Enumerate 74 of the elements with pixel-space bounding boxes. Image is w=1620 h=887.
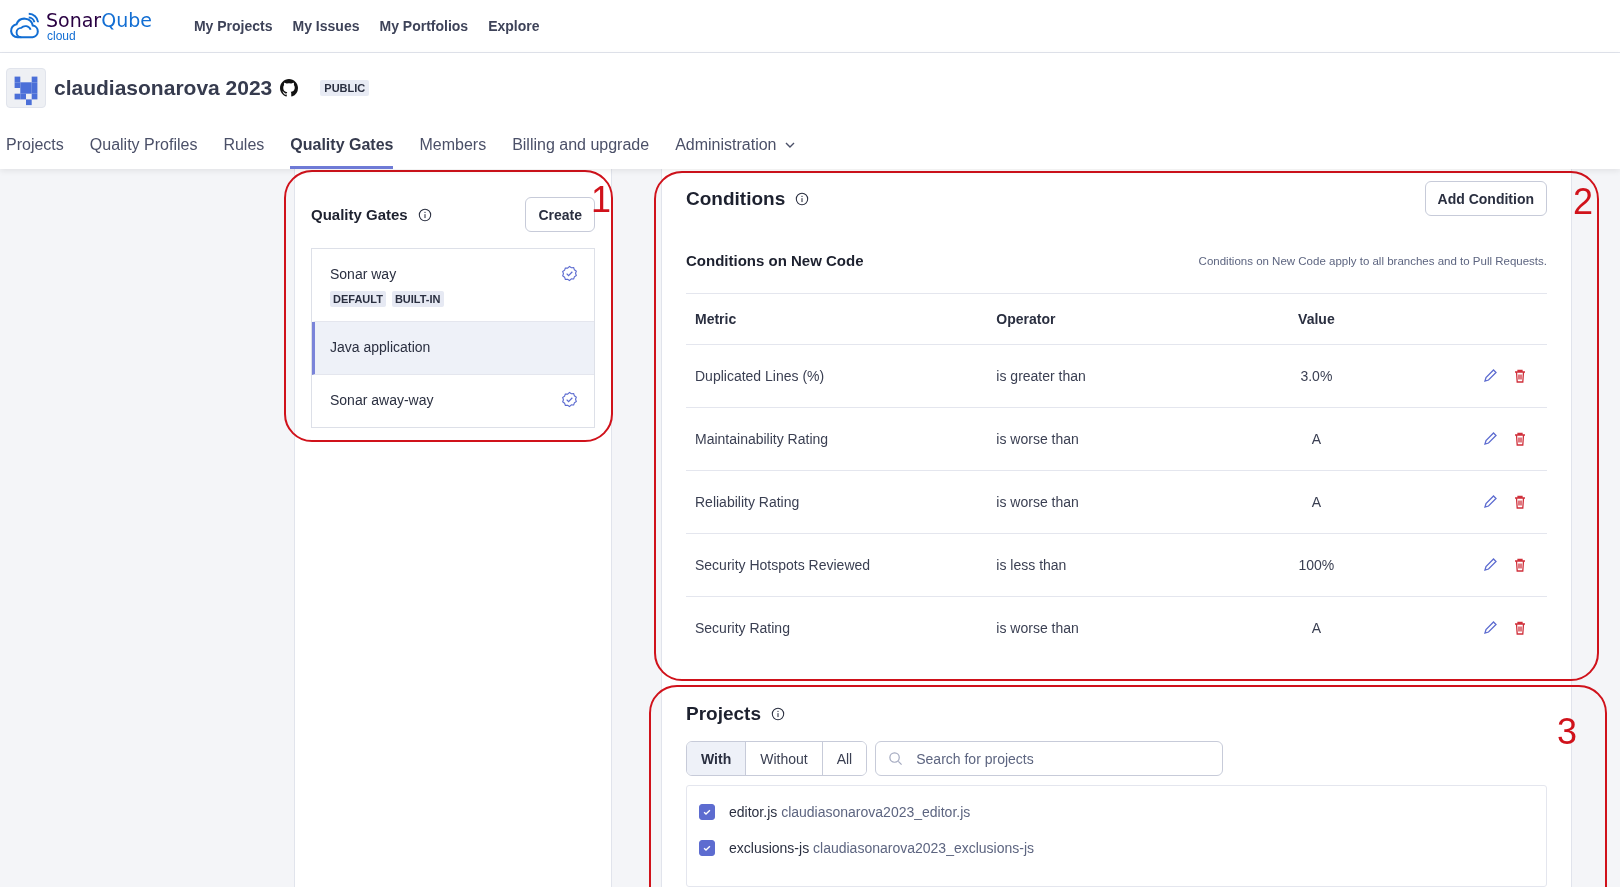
org-avatar-icon [6,68,46,108]
conditions-note: Conditions on New Code apply to all branches and to Pull Requests. [1198,254,1547,267]
delete-icon[interactable] [1512,557,1528,573]
brand-subtitle: cloud [47,29,77,42]
gate-name: Sonar way [330,266,397,282]
nav-link[interactable]: My Issues [292,18,360,34]
nav-tab[interactable]: Administration [675,123,795,169]
checkbox[interactable] [699,804,715,820]
checkbox[interactable] [699,840,715,856]
metric-cell: Security Hotspots Reviewed [686,533,988,597]
value-cell: A [1254,407,1379,471]
search-field[interactable]: Search for projects [875,741,1224,776]
value-cell: A [1254,470,1379,534]
section-title: Projects [686,703,761,725]
gate-name: Sonar away-way [330,392,434,408]
project-name: exclusions-js claudiasonarova2023_exclusions-js [729,840,1035,856]
info-icon[interactable] [771,707,785,721]
operator-cell: is worse than [987,407,1255,471]
info-icon[interactable] [417,207,432,222]
gate-badge: DEFAULT [330,291,386,307]
cloud-logo-icon[interactable] [8,11,42,41]
github-icon[interactable] [280,79,299,97]
metric-cell: Security Rating [686,596,988,659]
metric-cell: Reliability Rating [686,470,988,534]
value-cell: 100% [1254,533,1379,597]
column-header: Metric [686,293,988,345]
project-name: editor.js claudiasonarova2023_editor.js [729,804,971,820]
operator-cell: is greater than [987,344,1255,408]
nav-link[interactable]: My Projects [193,18,273,34]
value-cell: 3.0% [1254,344,1379,408]
nav-tab[interactable]: Members [419,123,487,169]
delete-icon[interactable] [1512,431,1528,447]
subsection-title: Conditions on New Code [686,252,864,269]
visibility-badge: PUBLIC [320,80,370,96]
metric-cell: Maintainability Rating [686,407,988,471]
gate-item[interactable]: Sonar away-way [312,375,594,427]
delete-icon[interactable] [1512,368,1528,384]
nav-tab[interactable]: Quality Profiles [89,123,198,169]
nav-tab[interactable]: Billing and upgrade [512,123,650,169]
info-icon[interactable] [795,191,810,206]
edit-icon[interactable] [1482,620,1498,636]
nav-tab[interactable]: Rules [223,123,265,169]
filter-toggle[interactable]: All [821,742,867,775]
annotation-number: 2 [1572,181,1593,223]
value-cell: A [1254,596,1379,659]
check-icon [702,807,712,817]
nav-tab[interactable]: Projects [6,123,64,169]
nav-link[interactable]: My Portfolios [379,18,469,34]
filter-toggle[interactable]: With [687,742,746,775]
panel-title: Quality Gates [311,206,408,223]
delete-icon[interactable] [1512,620,1528,636]
search-icon [888,751,904,766]
gate-name: Java application [330,339,431,355]
edit-icon[interactable] [1482,368,1498,384]
gate-badge: BUILT-IN [391,291,444,307]
brand-name: SonarQube [46,10,152,30]
operator-cell: is worse than [987,596,1255,659]
operator-cell: is less than [987,533,1255,597]
caret-icon [784,141,795,148]
gate-item[interactable]: Java application [312,322,594,375]
edit-icon[interactable] [1482,431,1498,447]
check-icon [702,843,712,853]
column-header: Operator [987,293,1255,345]
section-title: Conditions [686,187,786,210]
org-name: claudiasonarova 2023 [54,76,273,100]
metric-cell: Duplicated Lines (%) [686,344,988,408]
edit-icon[interactable] [1482,494,1498,510]
annotation-number: 3 [1556,711,1577,753]
delete-icon[interactable] [1512,494,1528,510]
column-header: Value [1254,293,1379,345]
operator-cell: is worse than [987,470,1255,534]
edit-icon[interactable] [1482,557,1498,573]
add-condition-button[interactable]: Add Condition [1424,181,1547,216]
nav-link[interactable]: Explore [488,18,540,34]
